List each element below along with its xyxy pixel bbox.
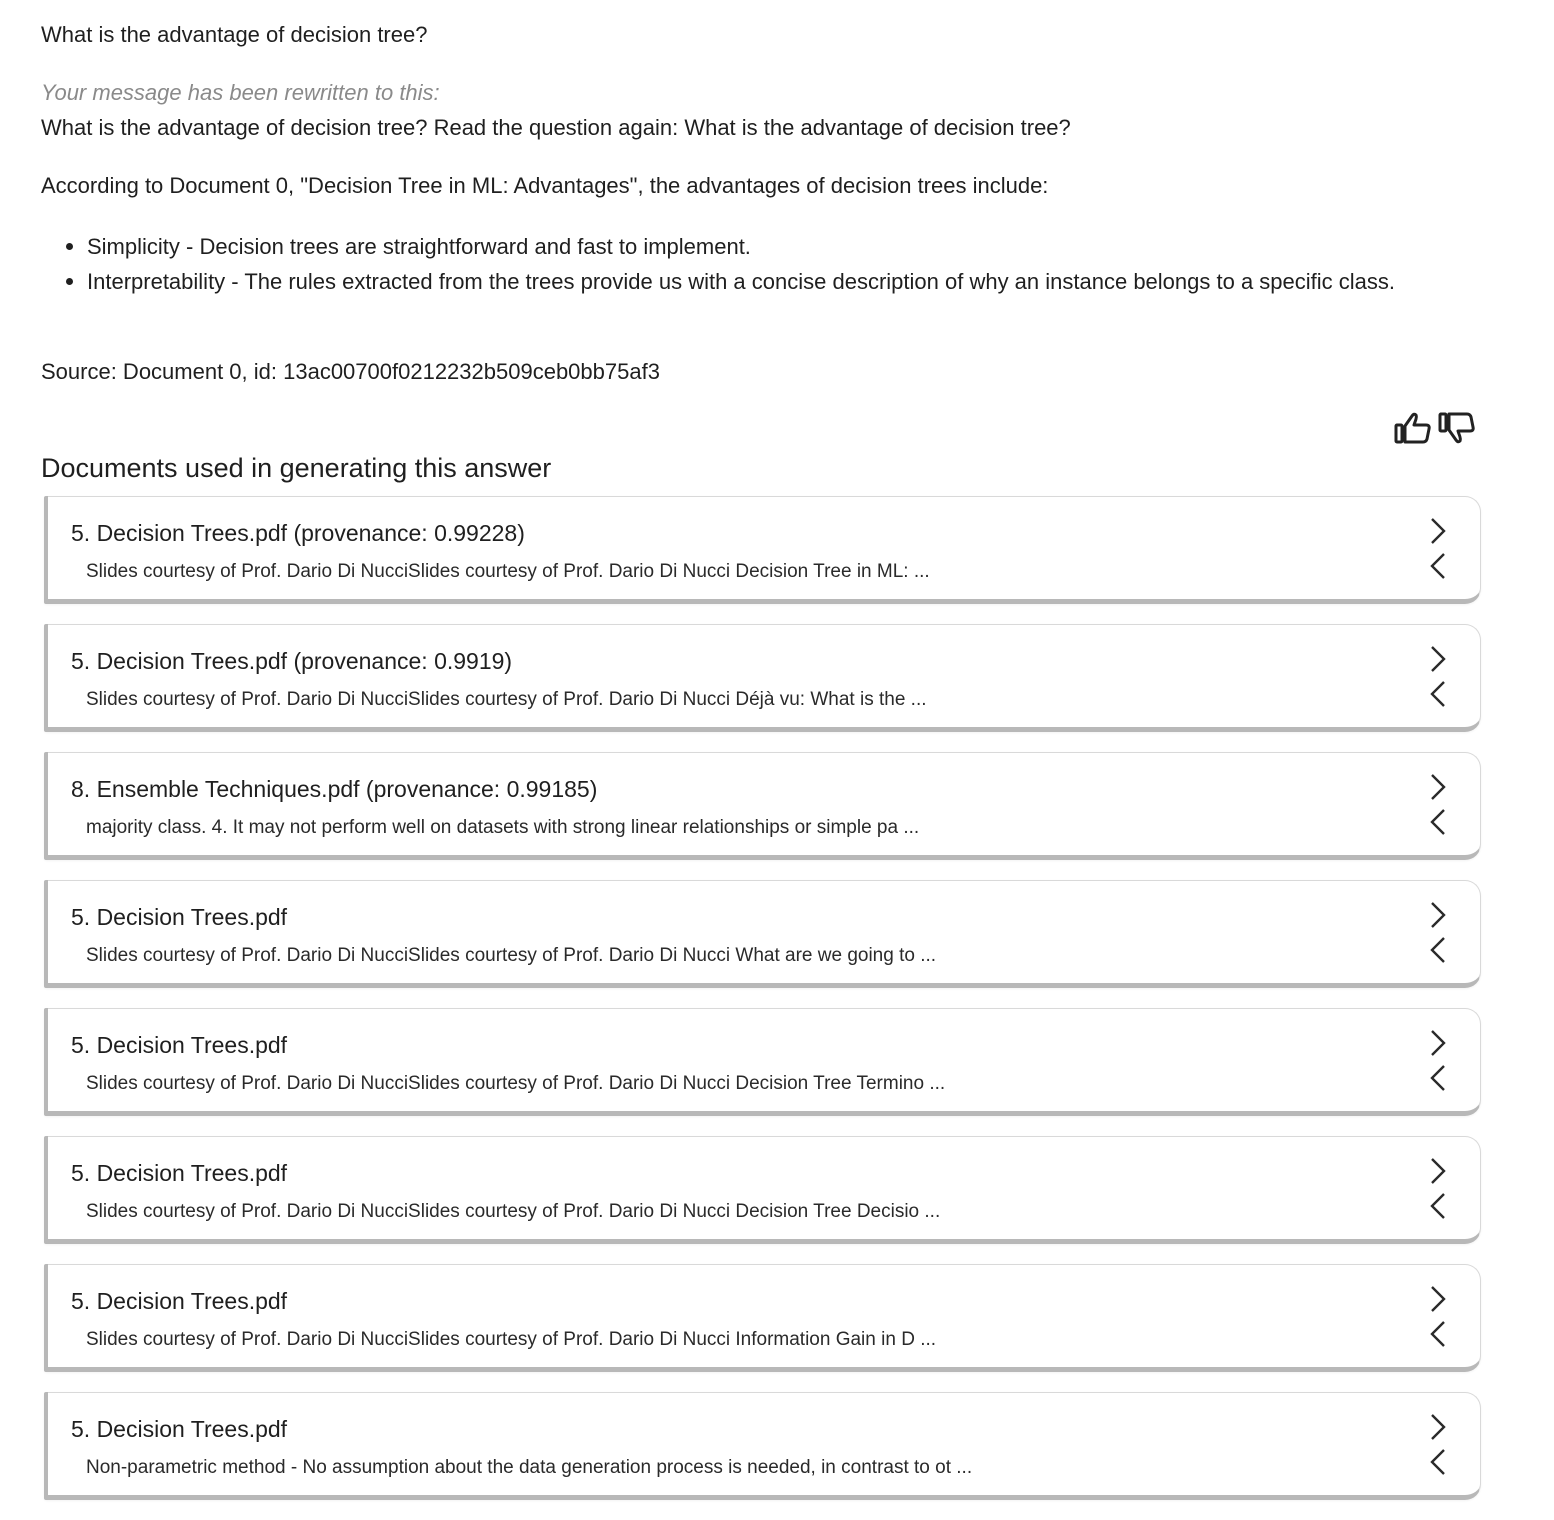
document-expand-button[interactable] <box>1424 771 1454 841</box>
answer-source: Source: Document 0, id: 13ac00700f021223… <box>41 359 660 384</box>
document-expand-button[interactable] <box>1424 899 1454 969</box>
document-snippet: Slides courtesy of Prof. Dario Di NucciS… <box>86 1201 941 1222</box>
document-expand-button[interactable] <box>1424 515 1454 585</box>
expand-collapse-chevrons-icon <box>1430 1414 1446 1475</box>
expand-collapse-chevrons-icon <box>1430 1030 1446 1091</box>
expand-collapse-chevrons-icon <box>1430 774 1446 835</box>
document-card[interactable]: 5. Decision Trees.pdf Slides courtesy of… <box>44 1008 1481 1116</box>
document-expand-button[interactable] <box>1424 1411 1454 1481</box>
document-title: 5. Decision Trees.pdf <box>71 904 288 930</box>
rewrite-note: Your message has been rewritten to this: <box>41 80 440 105</box>
document-expand-button[interactable] <box>1424 643 1454 713</box>
answer-bullet: Interpretability - The rules extracted f… <box>66 264 1507 299</box>
feedback-buttons <box>1393 410 1477 446</box>
document-card[interactable]: 5. Decision Trees.pdf (provenance: 0.991… <box>44 624 1481 732</box>
documents-heading: Documents used in generating this answer <box>41 453 552 483</box>
document-title: 5. Decision Trees.pdf <box>71 1288 288 1314</box>
document-card[interactable]: 8. Ensemble Techniques.pdf (provenance: … <box>44 752 1481 860</box>
document-card[interactable]: 5. Decision Trees.pdf Slides courtesy of… <box>44 1136 1481 1244</box>
thumbs-up-button[interactable] <box>1393 410 1433 446</box>
answer-bullet: Simplicity - Decision trees are straight… <box>66 229 1507 264</box>
document-title: 5. Decision Trees.pdf (provenance: 0.992… <box>71 520 525 546</box>
user-question: What is the advantage of decision tree? <box>41 22 428 47</box>
document-title: 5. Decision Trees.pdf <box>71 1032 288 1058</box>
document-snippet: majority class. 4. It may not perform we… <box>86 817 920 838</box>
thumbs-down-icon <box>1438 412 1475 444</box>
document-snippet: Non-parametric method - No assumption ab… <box>86 1457 973 1478</box>
expand-collapse-chevrons-icon <box>1430 518 1446 579</box>
thumbs-down-button[interactable] <box>1437 410 1477 446</box>
expand-collapse-chevrons-icon <box>1430 1158 1446 1219</box>
document-expand-button[interactable] <box>1424 1283 1454 1353</box>
document-snippet: Slides courtesy of Prof. Dario Di NucciS… <box>86 689 927 710</box>
document-card[interactable]: 5. Decision Trees.pdf Non-parametric met… <box>44 1392 1481 1500</box>
document-title: 8. Ensemble Techniques.pdf (provenance: … <box>71 776 598 802</box>
document-card[interactable]: 5. Decision Trees.pdf Slides courtesy of… <box>44 1264 1481 1372</box>
document-expand-button[interactable] <box>1424 1027 1454 1097</box>
document-title: 5. Decision Trees.pdf <box>71 1160 288 1186</box>
document-snippet: Slides courtesy of Prof. Dario Di NucciS… <box>86 1073 946 1094</box>
answer-bullet-list: Simplicity - Decision trees are straight… <box>41 229 1507 299</box>
document-expand-button[interactable] <box>1424 1155 1454 1225</box>
expand-collapse-chevrons-icon <box>1430 646 1446 707</box>
document-card[interactable]: 5. Decision Trees.pdf Slides courtesy of… <box>44 880 1481 988</box>
document-card[interactable]: 5. Decision Trees.pdf (provenance: 0.992… <box>44 496 1481 604</box>
expand-collapse-chevrons-icon <box>1430 1286 1446 1347</box>
document-title: 5. Decision Trees.pdf (provenance: 0.991… <box>71 648 513 674</box>
document-snippet: Slides courtesy of Prof. Dario Di NucciS… <box>86 1329 937 1350</box>
thumbs-up-icon <box>1394 412 1431 444</box>
document-snippet: Slides courtesy of Prof. Dario Di NucciS… <box>86 945 937 966</box>
document-title: 5. Decision Trees.pdf <box>71 1416 288 1442</box>
expand-collapse-chevrons-icon <box>1430 902 1446 963</box>
answer-intro: According to Document 0, "Decision Tree … <box>41 173 1049 198</box>
rewritten-question: What is the advantage of decision tree? … <box>41 115 1071 140</box>
document-snippet: Slides courtesy of Prof. Dario Di NucciS… <box>86 561 930 582</box>
documents-list: 5. Decision Trees.pdf (provenance: 0.992… <box>44 496 1481 1520</box>
